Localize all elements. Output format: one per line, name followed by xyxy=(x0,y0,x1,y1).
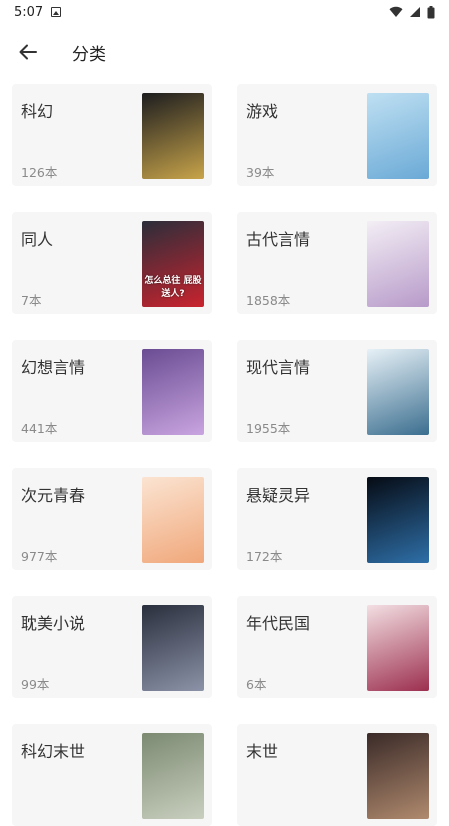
book-cover-image xyxy=(142,93,204,179)
cover-title xyxy=(396,425,400,429)
category-name: 科幻 xyxy=(21,102,54,121)
cover-title xyxy=(396,681,400,685)
category-name: 游戏 xyxy=(246,102,279,121)
cover-title xyxy=(171,169,175,173)
category-card[interactable]: 科幻末世 xyxy=(12,724,212,826)
category-card[interactable]: 幻想言情 441本 xyxy=(12,340,212,442)
category-name: 科幻末世 xyxy=(21,742,86,761)
book-cover-image xyxy=(367,605,429,691)
signal-icon xyxy=(410,7,420,17)
page-title: 分类 xyxy=(72,44,106,65)
book-cover-image xyxy=(367,93,429,179)
battery-icon xyxy=(427,5,435,18)
status-bar: 5:07 xyxy=(0,0,449,24)
back-button[interactable] xyxy=(0,24,56,80)
cover-title xyxy=(396,553,400,557)
book-cover-image xyxy=(142,605,204,691)
book-cover-image: 怎么总往 屁股送人? xyxy=(142,221,204,307)
category-name: 现代言情 xyxy=(246,358,311,377)
category-count: 6本 xyxy=(246,677,267,692)
category-card[interactable]: 现代言情 1955本 xyxy=(237,340,437,442)
book-cover-image xyxy=(367,477,429,563)
cover-title xyxy=(396,297,400,301)
category-name: 悬疑灵异 xyxy=(246,486,311,505)
category-card[interactable]: 年代民国 6本 xyxy=(237,596,437,698)
status-right xyxy=(389,5,435,19)
arrow-left-icon xyxy=(19,44,37,60)
category-count: 977本 xyxy=(21,549,58,564)
cover-title xyxy=(171,425,175,429)
category-count: 7本 xyxy=(21,293,42,308)
category-card[interactable]: 末世 xyxy=(237,724,437,826)
cover-title xyxy=(171,553,175,557)
category-card[interactable]: 同人 7本 怎么总往 屁股送人? xyxy=(12,212,212,314)
cover-title xyxy=(171,681,175,685)
category-count: 441本 xyxy=(21,421,58,436)
category-count: 126本 xyxy=(21,165,58,180)
notification-image-icon xyxy=(51,7,62,17)
category-card[interactable]: 次元青春 977本 xyxy=(12,468,212,570)
cover-title xyxy=(171,809,175,813)
category-card[interactable]: 悬疑灵异 172本 xyxy=(237,468,437,570)
category-name: 年代民国 xyxy=(246,614,311,633)
category-card[interactable]: 耽美小说 99本 xyxy=(12,596,212,698)
book-cover-image xyxy=(142,477,204,563)
category-count: 1955本 xyxy=(246,421,291,436)
category-name: 次元青春 xyxy=(21,486,86,505)
wifi-icon xyxy=(389,6,403,18)
app-header: 分类 xyxy=(0,24,449,80)
category-name: 末世 xyxy=(246,742,279,761)
status-left: 5:07 xyxy=(14,4,62,20)
cover-title: 怎么总往 屁股送人? xyxy=(144,276,202,299)
book-cover-image xyxy=(367,733,429,819)
category-name: 耽美小说 xyxy=(21,614,86,633)
category-card[interactable]: 科幻 126本 xyxy=(12,84,212,186)
category-name: 同人 xyxy=(21,230,54,249)
category-name: 古代言情 xyxy=(246,230,311,249)
cover-title xyxy=(396,169,400,173)
book-cover-image xyxy=(367,221,429,307)
category-grid: 科幻 126本 游戏 39本同人 7本 怎么总往 屁股送人? 古代言情 1858本幻想言情 44… xyxy=(12,84,437,826)
category-card[interactable]: 古代言情 1858本 xyxy=(237,212,437,314)
status-time: 5:07 xyxy=(14,4,44,20)
category-count: 39本 xyxy=(246,165,275,180)
category-name: 幻想言情 xyxy=(21,358,86,377)
category-count: 1858本 xyxy=(246,293,291,308)
book-cover-image xyxy=(142,349,204,435)
book-cover-image xyxy=(142,733,204,819)
category-count: 99本 xyxy=(21,677,50,692)
category-count: 172本 xyxy=(246,549,283,564)
book-cover-image xyxy=(367,349,429,435)
category-card[interactable]: 游戏 39本 xyxy=(237,84,437,186)
cover-title xyxy=(396,809,400,813)
